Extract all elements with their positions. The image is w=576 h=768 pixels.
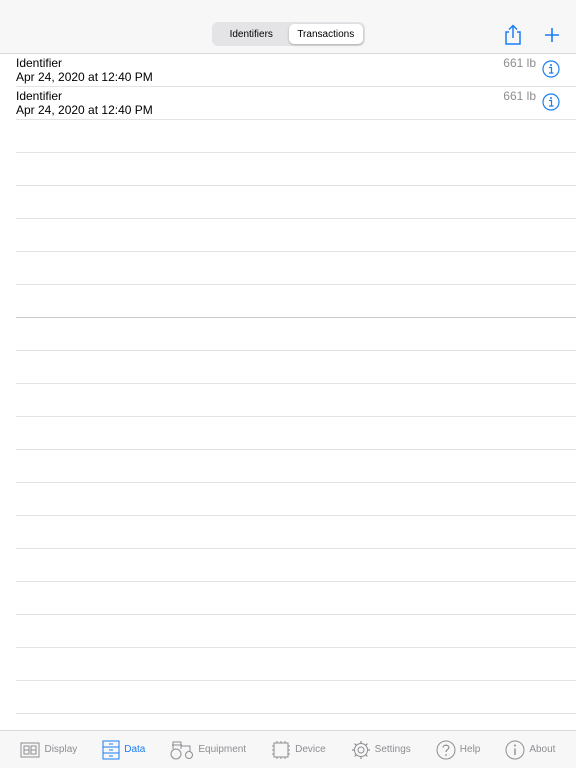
empty-row: [16, 681, 576, 714]
empty-row: [16, 648, 576, 681]
transaction-date: Apr 24, 2020 at 12:40 PM: [16, 103, 153, 117]
tab-display[interactable]: Display: [20, 742, 77, 758]
tab-label: Equipment: [198, 744, 247, 755]
tab-settings[interactable]: Settings: [351, 740, 411, 760]
tab-data[interactable]: Data: [102, 740, 145, 760]
info-icon[interactable]: [542, 93, 560, 111]
segment-identifiers[interactable]: Identifiers: [214, 24, 289, 44]
display-icon: [20, 742, 40, 757]
info-icon[interactable]: [542, 60, 560, 78]
info-icon: [505, 740, 525, 759]
empty-row: [16, 285, 576, 318]
tab-bar: Display Data Equipment Device Settings H…: [0, 730, 576, 768]
add-button[interactable]: [539, 22, 565, 48]
plus-icon: [545, 28, 559, 42]
empty-row: [16, 186, 576, 219]
empty-row: [16, 483, 576, 516]
transaction-weight: 661 lb: [503, 89, 536, 103]
tab-label: About: [529, 744, 556, 755]
transaction-weight: 661 lb: [503, 56, 536, 70]
transaction-date: Apr 24, 2020 at 12:40 PM: [16, 70, 153, 84]
tab-equipment[interactable]: Equipment: [170, 740, 246, 760]
empty-row: [16, 384, 576, 417]
empty-row: [16, 417, 576, 450]
tab-label: Settings: [374, 744, 411, 755]
segment-transactions[interactable]: Transactions: [288, 24, 363, 44]
tractor-icon: [170, 741, 194, 759]
empty-row: [16, 516, 576, 549]
tab-label: Device: [295, 744, 326, 755]
tab-device[interactable]: Device: [271, 740, 326, 760]
tab-help[interactable]: Help: [436, 740, 481, 760]
chip-icon: [272, 740, 291, 759]
share-icon: [505, 24, 521, 45]
question-icon: [436, 740, 456, 759]
empty-row: [16, 252, 576, 285]
tab-about[interactable]: About: [505, 740, 555, 760]
empty-row: [16, 318, 576, 351]
transaction-title: Identifier: [16, 56, 63, 70]
transactions-list: Identifier Apr 24, 2020 at 12:40 PM 661 …: [0, 54, 576, 730]
cabinet-icon: [102, 740, 120, 759]
navigation-bar: Identifiers Transactions: [0, 0, 576, 54]
gear-icon: [351, 740, 370, 759]
empty-row: [16, 582, 576, 615]
tab-label: Data: [124, 744, 146, 755]
transaction-row[interactable]: Identifier Apr 24, 2020 at 12:40 PM 661 …: [16, 87, 576, 120]
empty-row: [16, 615, 576, 648]
segmented-control: Identifiers Transactions: [212, 22, 365, 46]
empty-row: [16, 351, 576, 384]
transaction-title: Identifier: [16, 89, 63, 103]
empty-row: [16, 549, 576, 582]
empty-row: [16, 120, 576, 153]
tab-label: Display: [44, 744, 78, 755]
transaction-row[interactable]: Identifier Apr 24, 2020 at 12:40 PM 661 …: [16, 54, 576, 87]
empty-row: [16, 153, 576, 186]
empty-row: [16, 219, 576, 252]
tab-label: Help: [459, 744, 481, 755]
share-button[interactable]: [500, 22, 526, 48]
empty-row: [16, 450, 576, 483]
